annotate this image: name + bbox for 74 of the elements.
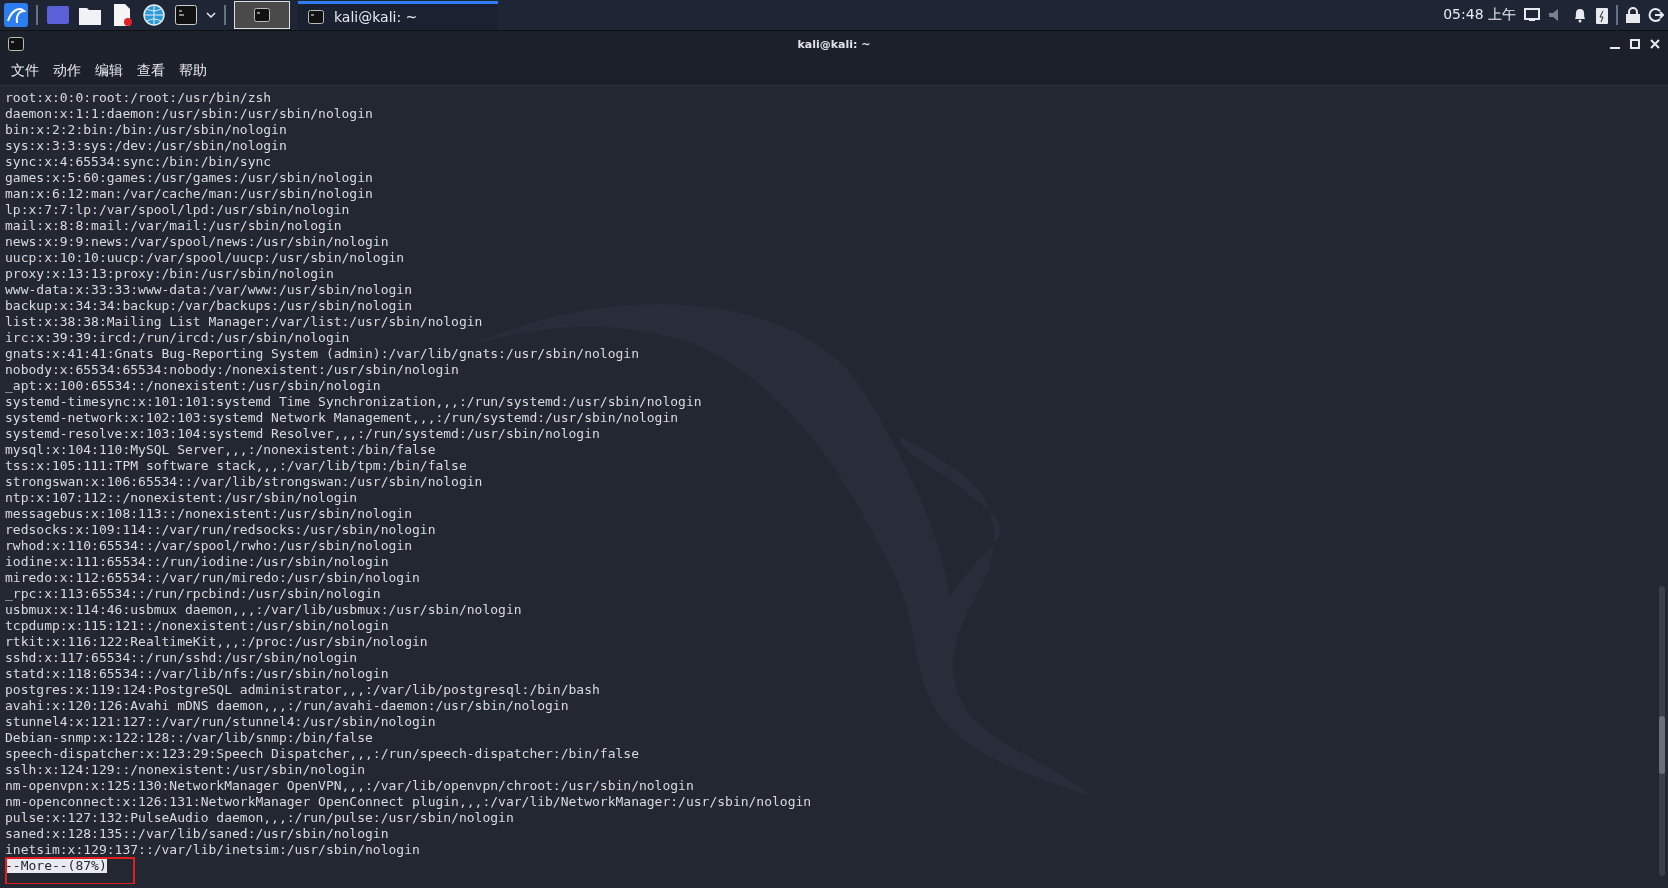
terminal-line: redsocks:x:109:114::/var/run/redsocks:/usr/sbin/nologin — [5, 522, 437, 538]
menu-item[interactable]: 查看 — [132, 60, 170, 82]
taskbar-task[interactable] — [234, 1, 290, 29]
taskbar-task[interactable]: kali@kali: ~ — [298, 1, 498, 29]
terminal-line: systemd-timesync:x:101:101:systemd Time Synchronization,,,:/run/systemd:/usr/sbin/nologin — [5, 394, 703, 410]
terminal-line: iodine:x:111:65534::/run/iodine:/usr/sbin/nologin — [5, 554, 390, 570]
terminal-icon[interactable] — [175, 5, 197, 25]
close-icon[interactable] — [1650, 39, 1660, 49]
terminal-line: sync:x:4:65534:sync:/bin:/bin/sync — [5, 154, 273, 170]
terminal-line: nm-openconnect:x:126:131:NetworkManager OpenConnect plugin,,,:/var/lib/NetworkManager:/usr/sbin/nologin — [5, 794, 813, 810]
terminal-icon — [308, 9, 324, 24]
maximize-icon[interactable] — [1630, 39, 1640, 49]
terminal-line: systemd-resolve:x:103:104:systemd Resolver,,,:/run/systemd:/usr/sbin/nologin — [5, 426, 601, 442]
terminal-line: news:x:9:9:news:/var/spool/news:/usr/sbin/nologin — [5, 234, 390, 250]
terminal-line: pulse:x:127:132:PulseAudio daemon,,,:/run/pulse:/usr/sbin/nologin — [5, 810, 515, 826]
bell-icon[interactable] — [1572, 7, 1588, 23]
globe-icon[interactable] — [143, 4, 165, 26]
terminal-line: messagebus:x:108:113::/nonexistent:/usr/sbin/nologin — [5, 506, 413, 522]
terminal-line: _rpc:x:113:65534::/run/rpcbind:/usr/sbin/nologin — [5, 586, 382, 602]
terminal-line: uucp:x:10:10:uucp:/var/spool/uucp:/usr/sbin/nologin — [5, 250, 406, 266]
terminal-line: rwhod:x:110:65534::/var/spool/rwho:/usr/sbin/nologin — [5, 538, 413, 554]
terminal-line: Debian-snmp:x:122:128::/var/lib/snmp:/bin/false — [5, 730, 374, 746]
terminal-line: daemon:x:1:1:daemon:/usr/sbin:/usr/sbin/nologin — [5, 106, 374, 122]
terminal-line: root:x:0:0:root:/root:/usr/bin/zsh — [5, 90, 273, 106]
menu-item[interactable]: 帮助 — [174, 60, 212, 82]
terminal-line: bin:x:2:2:bin:/bin:/usr/sbin/nologin — [5, 122, 288, 138]
battery-icon[interactable] — [1596, 6, 1608, 24]
terminal-line: games:x:5:60:games:/usr/games:/usr/sbin/nologin — [5, 170, 374, 186]
terminal-line: stunnel4:x:121:127::/var/run/stunnel4:/usr/sbin/nologin — [5, 714, 437, 730]
window-title: kali@kali: ~ — [797, 37, 871, 51]
scrollbar[interactable] — [1659, 586, 1665, 876]
terminal-line: systemd-network:x:102:103:systemd Network Management,,,:/run/systemd:/usr/sbin/nologin — [5, 410, 680, 426]
lock-icon[interactable] — [1626, 7, 1640, 23]
menu-item[interactable]: 动作 — [48, 60, 86, 82]
terminal-line: statd:x:118:65534::/var/lib/nfs:/usr/sbin/nologin — [5, 666, 390, 682]
caret-icon[interactable] — [206, 11, 216, 19]
terminal-line: inetsim:x:129:137::/var/lib/inetsim:/usr/sbin/nologin — [5, 842, 421, 858]
terminal-line: list:x:38:38:Mailing List Manager:/var/list:/usr/sbin/nologin — [5, 314, 484, 330]
terminal-line: sshd:x:117:65534::/run/sshd:/usr/sbin/nologin — [5, 650, 359, 666]
terminal-line: rtkit:x:116:122:RealtimeKit,,,:/proc:/usr/sbin/nologin — [5, 634, 429, 650]
terminal-line: www-data:x:33:33:www-data:/var/www:/usr/sbin/nologin — [5, 282, 413, 298]
terminal-icon — [8, 37, 24, 51]
menu-item[interactable]: 编辑 — [90, 60, 128, 82]
terminal-line: mail:x:8:8:mail:/var/mail:/usr/sbin/nologin — [5, 218, 343, 234]
terminal-line: avahi:x:120:126:Avahi mDNS daemon,,,:/run/avahi-daemon:/usr/sbin/nologin — [5, 698, 570, 714]
terminal-line: tss:x:105:111:TPM software stack,,,:/var/lib/tpm:/bin/false — [5, 458, 468, 474]
clock[interactable]: 05:48 上午 — [1443, 6, 1516, 24]
scrollbar-thumb[interactable] — [1659, 716, 1665, 774]
terminal-line: postgres:x:119:124:PostgreSQL administrator,,,:/var/lib/postgresql:/bin/bash — [5, 682, 601, 698]
terminal-line: tcpdump:x:115:121::/nonexistent:/usr/sbin/nologin — [5, 618, 390, 634]
terminal-line: mysql:x:104:110:MySQL Server,,,:/nonexistent:/bin/false — [5, 442, 437, 458]
terminal-line: lp:x:7:7:lp:/var/spool/lpd:/usr/sbin/nologin — [5, 202, 351, 218]
terminal-line: saned:x:128:135::/var/lib/saned:/usr/sbin/nologin — [5, 826, 390, 842]
terminal-line: speech-dispatcher:x:123:29:Speech Dispatcher,,,:/run/speech-dispatcher:/bin/false — [5, 746, 640, 762]
document-icon[interactable] — [112, 4, 132, 26]
terminal-line: sslh:x:124:129::/nonexistent:/usr/sbin/nologin — [5, 762, 367, 778]
logout-icon[interactable] — [1648, 7, 1664, 23]
terminal-line: strongswan:x:106:65534::/var/lib/strongswan:/usr/sbin/nologin — [5, 474, 484, 490]
terminal-line: ntp:x:107:112::/nonexistent:/usr/sbin/nologin — [5, 490, 359, 506]
terminal-line: usbmux:x:114:46:usbmux daemon,,,:/var/lib/usbmux:/usr/sbin/nologin — [5, 602, 523, 618]
terminal-line: nm-openvpn:x:125:130:NetworkManager OpenVPN,,,:/var/lib/openvpn/chroot:/usr/sbin/nologin — [5, 778, 695, 794]
terminal-line: _apt:x:100:65534::/nonexistent:/usr/sbin/nologin — [5, 378, 382, 394]
folder-icon[interactable] — [79, 5, 101, 25]
terminal-line: irc:x:39:39:ircd:/run/ircd:/usr/sbin/nologin — [5, 330, 351, 346]
terminal-line: backup:x:34:34:backup:/var/backups:/usr/sbin/nologin — [5, 298, 413, 314]
terminal-line: miredo:x:112:65534::/var/run/miredo:/usr/sbin/nologin — [5, 570, 421, 586]
terminal-line: sys:x:3:3:sys:/dev:/usr/sbin/nologin — [5, 138, 288, 154]
terminal-line: proxy:x:13:13:proxy:/bin:/usr/sbin/nologin — [5, 266, 335, 282]
terminal-line: gnats:x:41:41:Gnats Bug-Reporting System (admin):/var/lib/gnats:/usr/sbin/nologin — [5, 346, 640, 362]
menu-item[interactable]: 文件 — [6, 60, 44, 82]
terminal-line: man:x:6:12:man:/var/cache/man:/usr/sbin/nologin — [5, 186, 374, 202]
terminal-line: nobody:x:65534:65534:nobody:/nonexistent:/usr/sbin/nologin — [5, 362, 460, 378]
terminal-icon — [254, 8, 270, 22]
monitor-icon[interactable] — [1524, 8, 1540, 22]
